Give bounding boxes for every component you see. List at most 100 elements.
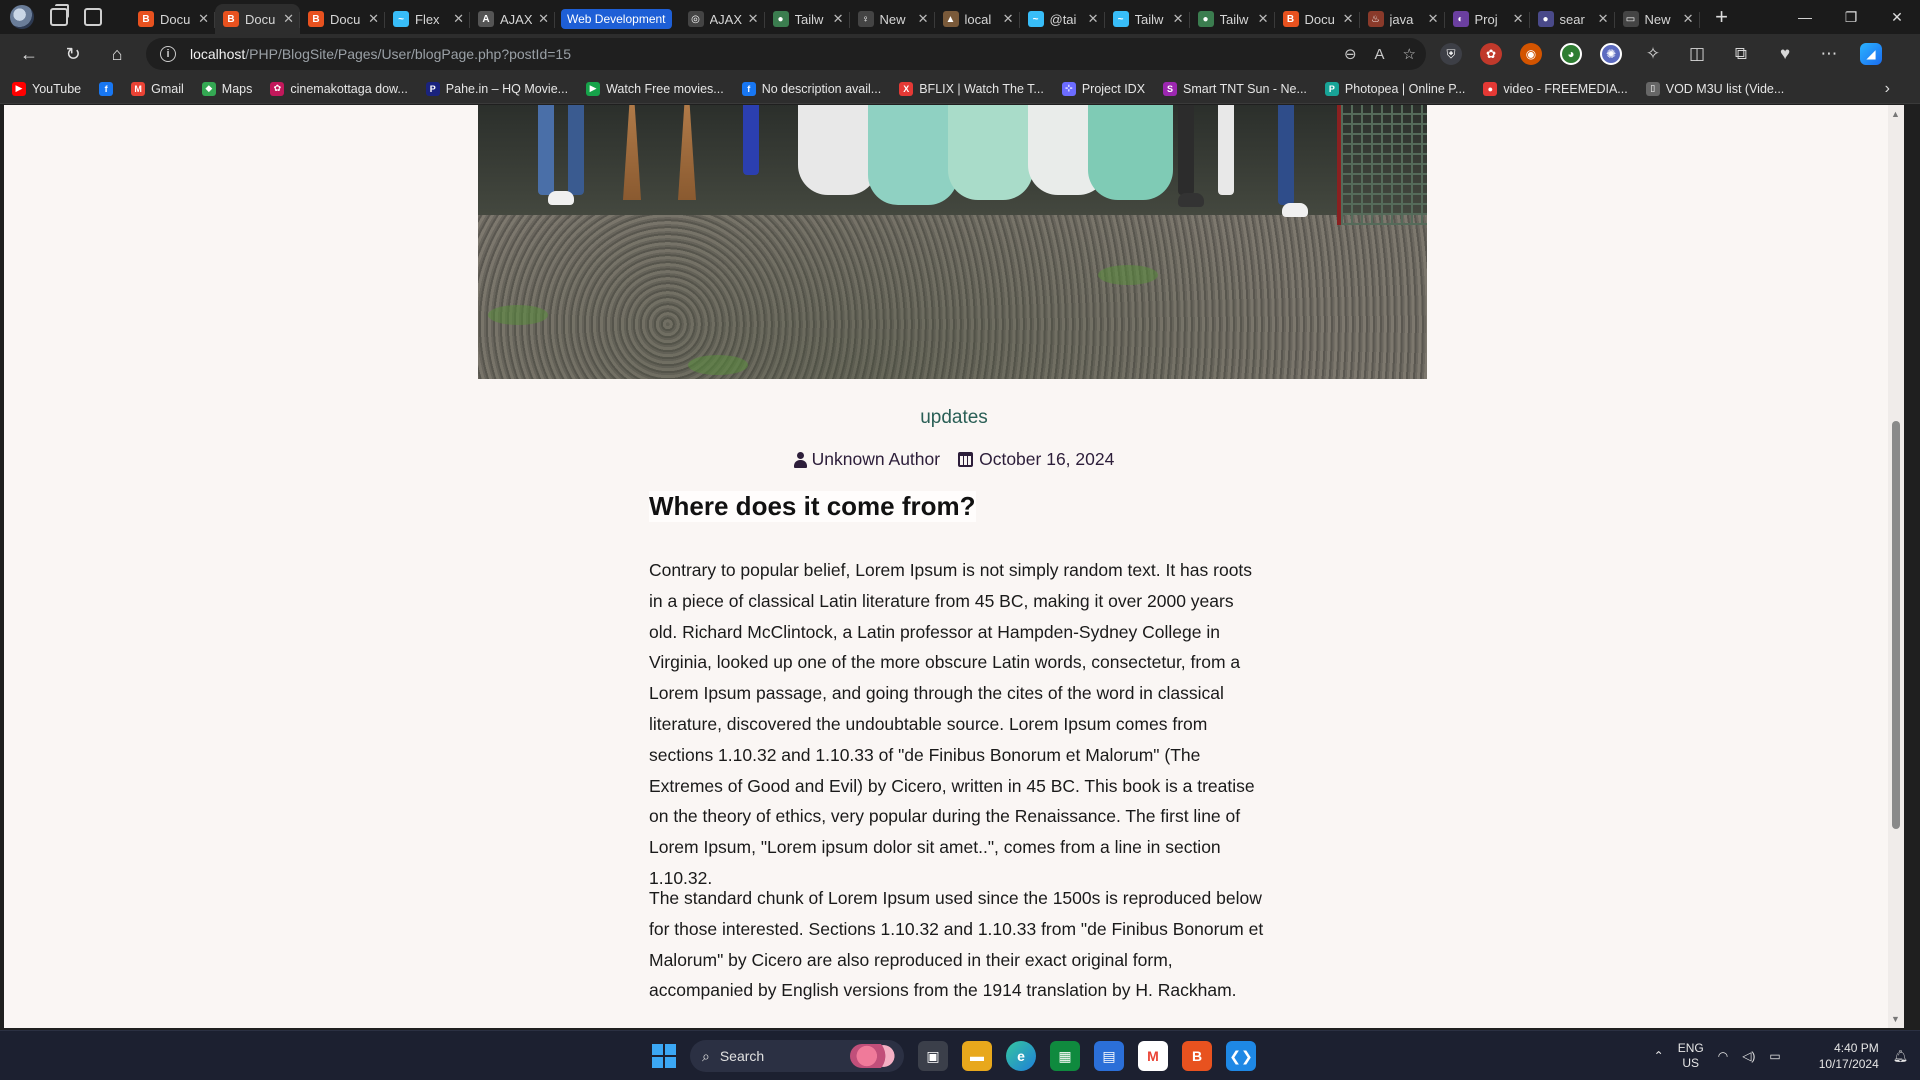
zoom-icon[interactable]: ⊖ <box>1344 45 1357 63</box>
bookmark-item[interactable]: ● video - FREEMEDIA... <box>1483 81 1628 96</box>
back-arrow-icon[interactable]: ← <box>14 39 44 69</box>
edge-browser-icon[interactable]: e <box>1006 1041 1036 1071</box>
profile-avatar[interactable] <box>10 5 34 29</box>
start-windows-icon[interactable] <box>652 1044 676 1068</box>
bookmark-item[interactable]: X BFLIX | Watch The T... <box>899 81 1044 96</box>
taskbar-search[interactable]: ⌕ Search <box>690 1040 904 1072</box>
bookmark-item[interactable]: ◆ Maps <box>201 81 252 96</box>
extension-4-icon[interactable]: ◕ <box>1560 43 1582 65</box>
language-indicator[interactable]: ENG US <box>1678 1041 1704 1071</box>
close-tab-icon[interactable]: ✕ <box>748 11 759 27</box>
task-view-icon[interactable]: ▣ <box>918 1041 948 1071</box>
workspaces-icon[interactable] <box>50 4 69 26</box>
bookmark-item[interactable]: f <box>99 81 114 96</box>
tab-actions-icon[interactable] <box>84 8 102 26</box>
file-explorer-icon[interactable]: ▬ <box>962 1041 992 1071</box>
browser-tab[interactable]: B Docu ✕ <box>300 4 385 34</box>
bookmark-item[interactable]: ▶ YouTube <box>12 81 81 96</box>
scroll-up-arrow-icon[interactable]: ▲ <box>1891 109 1900 119</box>
bookmark-item[interactable]: ▯ VOD M3U list (Vide... <box>1645 81 1784 96</box>
browser-essentials-icon[interactable]: ♥ <box>1772 44 1798 64</box>
url-text[interactable]: localhost/PHP/BlogSite/Pages/User/blogPa… <box>190 46 571 62</box>
close-tab-icon[interactable]: ✕ <box>1598 11 1609 27</box>
close-tab-icon[interactable]: ✕ <box>1428 11 1439 27</box>
split-screen-icon[interactable]: ◫ <box>1684 44 1710 64</box>
browser-tab[interactable]: ● Tailw ✕ <box>765 4 850 34</box>
close-tab-icon[interactable]: ✕ <box>198 11 209 27</box>
bookmark-item[interactable]: M Gmail <box>131 81 184 96</box>
gmail-app-icon[interactable]: M <box>1138 1041 1168 1071</box>
shield-extension-icon[interactable]: ⛨ <box>1440 43 1462 65</box>
read-aloud-icon[interactable]: A <box>1375 46 1385 63</box>
browser-tab[interactable]: ♨ java ✕ <box>1360 4 1445 34</box>
close-tab-icon[interactable]: ✕ <box>833 11 844 27</box>
wifi-icon[interactable]: ◠ <box>1718 1049 1728 1063</box>
site-info-icon[interactable]: i <box>160 46 176 62</box>
bookmarks-overflow-chevron-icon[interactable]: › <box>1885 80 1890 98</box>
browser-tab[interactable]: ▲ local ✕ <box>935 4 1020 34</box>
xampp-icon[interactable]: B <box>1182 1041 1212 1071</box>
close-tab-icon[interactable]: ✕ <box>368 11 379 27</box>
bookmark-item[interactable]: P Pahe.in – HQ Movie... <box>425 81 568 96</box>
close-tab-icon[interactable]: ✕ <box>1088 11 1099 27</box>
new-tab-plus-icon[interactable]: + <box>1706 2 1738 32</box>
volume-icon[interactable]: ◁) <box>1742 1049 1755 1063</box>
close-tab-icon[interactable]: ✕ <box>283 11 294 27</box>
notification-bell-icon[interactable]: 🔔︎ <box>1893 1049 1908 1063</box>
scrollbar-thumb[interactable] <box>1892 421 1900 829</box>
close-tab-icon[interactable]: ✕ <box>1343 11 1354 27</box>
close-tab-icon[interactable]: ✕ <box>1173 11 1184 27</box>
collections-icon[interactable]: ⧉ <box>1728 44 1754 64</box>
browser-tab[interactable]: ● Tailw ✕ <box>1190 4 1275 34</box>
bookmark-item[interactable]: ⊹ Project IDX <box>1061 81 1145 96</box>
browser-tab[interactable]: ▭ New ✕ <box>1615 4 1700 34</box>
tray-overflow-chevron-icon[interactable]: ⌃ <box>1654 1049 1664 1063</box>
minimize-icon[interactable]: — <box>1782 0 1828 34</box>
extensions-puzzle-icon[interactable]: ✧ <box>1640 44 1666 64</box>
browser-tab[interactable]: B Docu ✕ <box>1275 4 1360 34</box>
browser-tab[interactable]: ◎ AJAX ✕ <box>680 4 765 34</box>
post-category[interactable]: updates <box>644 407 1264 429</box>
bookmark-item[interactable]: f No description avail... <box>741 81 881 96</box>
browser-tab[interactable]: ◐ Proj ✕ <box>1445 4 1530 34</box>
close-tab-icon[interactable]: ✕ <box>918 11 929 27</box>
browser-tab[interactable]: B Docu ✕ <box>130 4 215 34</box>
sheets-app-icon[interactable]: ▦ <box>1050 1041 1080 1071</box>
scroll-down-arrow-icon[interactable]: ▼ <box>1891 1014 1900 1024</box>
close-tab-icon[interactable]: ✕ <box>1003 11 1014 27</box>
url-host: localhost <box>190 46 246 62</box>
bookmark-item[interactable]: P Photopea | Online P... <box>1324 81 1465 96</box>
browser-tab[interactable]: ~ Tailw ✕ <box>1105 4 1190 34</box>
browser-tab[interactable]: B Docu ✕ <box>215 4 300 34</box>
browser-tab[interactable]: ● sear ✕ <box>1530 4 1615 34</box>
vscode-icon[interactable]: ❮❯ <box>1226 1041 1256 1071</box>
extension-5-icon[interactable]: ✺ <box>1600 43 1622 65</box>
browser-tab[interactable]: A AJAX ✕ <box>470 4 555 34</box>
close-tab-icon[interactable]: ✕ <box>538 11 549 27</box>
close-tab-icon[interactable]: ✕ <box>1683 11 1694 27</box>
close-window-icon[interactable]: ✕ <box>1874 0 1920 34</box>
home-icon[interactable]: ⌂ <box>102 39 132 69</box>
close-tab-icon[interactable]: ✕ <box>453 11 464 27</box>
bookmark-item[interactable]: ✿ cinemakottaga dow... <box>270 81 408 96</box>
browser-tab[interactable]: ♀ New ✕ <box>850 4 935 34</box>
extension-3-icon[interactable]: ◉ <box>1520 43 1542 65</box>
copilot-icon[interactable]: ◢ <box>1860 43 1882 65</box>
browser-tab[interactable]: ~ Flex ✕ <box>385 4 470 34</box>
reload-icon[interactable]: ↻ <box>58 39 88 69</box>
page-scrollbar[interactable]: ▲ ▼ <box>1888 105 1904 1028</box>
extension-2-icon[interactable]: ✿ <box>1480 43 1502 65</box>
restore-icon[interactable]: ❐ <box>1828 0 1874 34</box>
bookmark-item[interactable]: S Smart TNT Sun - Ne... <box>1163 81 1307 96</box>
browser-tab[interactable]: ~ @tai ✕ <box>1020 4 1105 34</box>
address-bar[interactable]: i localhost/PHP/BlogSite/Pages/User/blog… <box>146 38 1426 70</box>
tab-group-label[interactable]: Web Development <box>561 9 672 29</box>
microsoft-store-icon[interactable]: ▤ <box>1094 1041 1124 1071</box>
battery-icon[interactable]: ▭ <box>1769 1049 1780 1063</box>
favorite-star-icon[interactable]: ☆ <box>1403 45 1416 63</box>
settings-more-icon[interactable]: ⋯ <box>1816 44 1842 64</box>
close-tab-icon[interactable]: ✕ <box>1513 11 1524 27</box>
system-clock[interactable]: 4:40 PM 10/17/2024 <box>1795 1040 1879 1072</box>
bookmark-item[interactable]: ▶ Watch Free movies... <box>586 81 724 96</box>
close-tab-icon[interactable]: ✕ <box>1258 11 1269 27</box>
